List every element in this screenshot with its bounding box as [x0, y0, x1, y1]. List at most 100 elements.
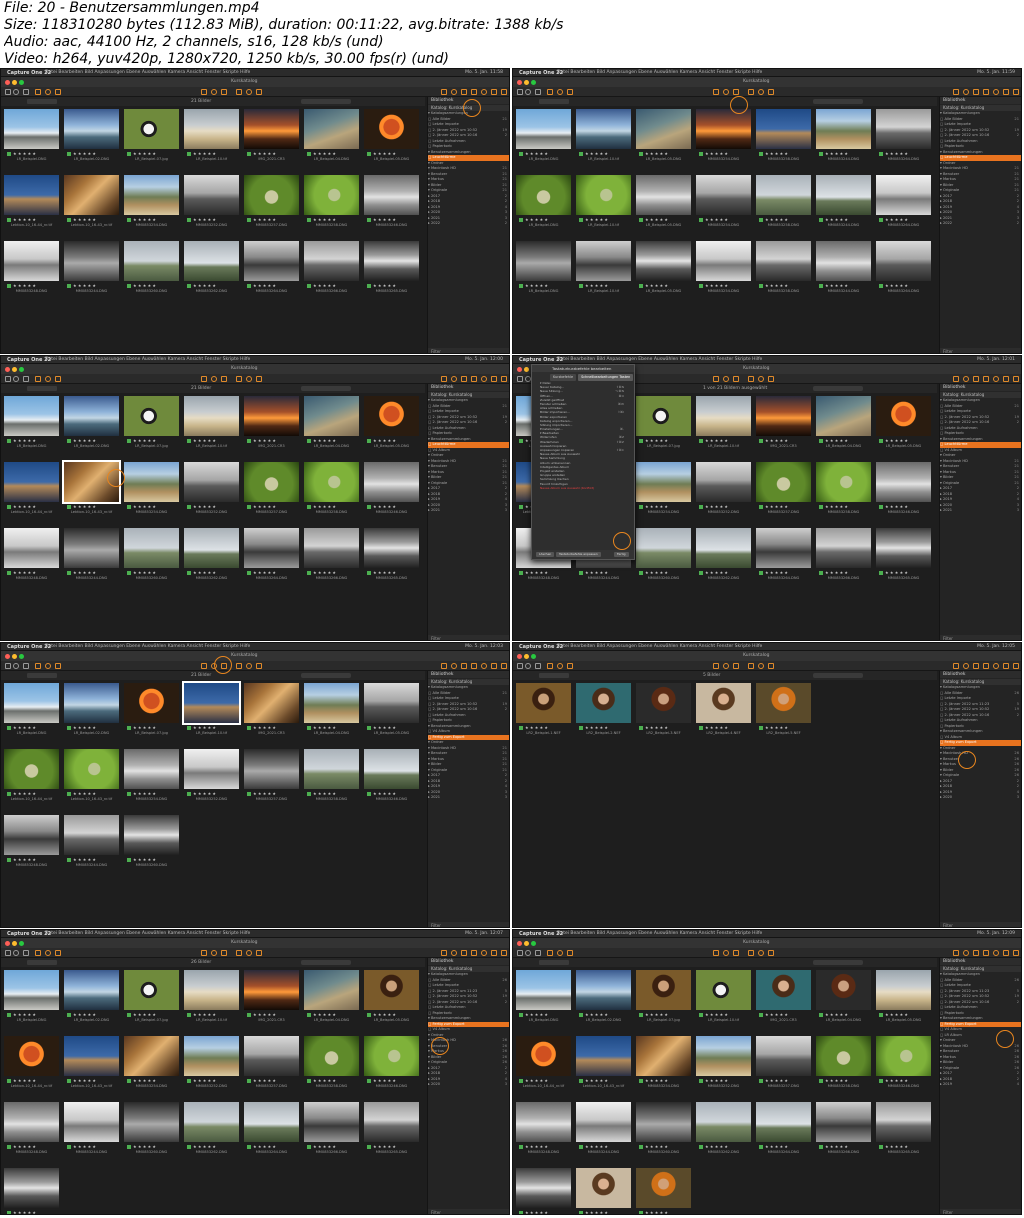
menu-items[interactable]: Datei Bearbeiten Bild Anpassungen Ebene …: [557, 356, 762, 364]
rotate-icon[interactable]: [55, 376, 61, 382]
thumbnail-image[interactable]: [696, 1102, 751, 1142]
thumbnail[interactable]: ★ ★ ★ ★ ★ MM0853257.DNG: [243, 173, 300, 234]
thumbnail-image[interactable]: [124, 109, 179, 149]
color-tag-icon[interactable]: [819, 1013, 823, 1017]
star-rating[interactable]: ★ ★ ★ ★ ★: [705, 1144, 728, 1149]
thumbnail-image[interactable]: [124, 462, 179, 502]
star-rating[interactable]: ★ ★ ★ ★ ★: [13, 151, 36, 156]
search-input[interactable]: [813, 99, 863, 104]
thumbnail[interactable]: ★ ★ ★ ★ ★Lektion-10_16-44_nr.tif: [3, 460, 60, 521]
pick-icon[interactable]: [713, 663, 719, 669]
cursor-icon[interactable]: [547, 663, 553, 669]
rotate-icon[interactable]: [55, 89, 61, 95]
thumbnail-image[interactable]: [64, 1102, 119, 1142]
thumbnail[interactable]: ★ ★ ★ ★ ★ MM0853252.DNG: [183, 1034, 240, 1095]
color-tag-icon[interactable]: [367, 1079, 371, 1083]
thumbnail[interactable]: ★ ★ ★ ★ ★ MM0853264.DNG: [243, 1100, 300, 1161]
thumbnail-image[interactable]: [304, 749, 359, 789]
color-tag-icon[interactable]: [759, 439, 763, 443]
color-tag-icon[interactable]: [519, 284, 523, 288]
view-icon[interactable]: [983, 950, 989, 956]
star-rating[interactable]: ★ ★ ★ ★ ★: [825, 570, 848, 575]
thumbnail[interactable]: ★ ★ ★ ★ ★LR_Beispiel.DNG: [515, 107, 572, 168]
thumbnail[interactable]: ★ ★ ★ ★ ★ MM0853248.DNG: [515, 1100, 572, 1161]
undo-icon[interactable]: [23, 950, 29, 956]
thumbnail-image[interactable]: [516, 683, 571, 723]
cursor-icon[interactable]: [547, 950, 553, 956]
star-rating[interactable]: ★ ★ ★ ★ ★: [585, 1078, 608, 1083]
capture-icon[interactable]: [525, 950, 531, 956]
minimize-window-button[interactable]: [12, 941, 17, 946]
thumbnail-image[interactable]: [64, 970, 119, 1010]
color-tag-icon[interactable]: [819, 152, 823, 156]
star-rating[interactable]: ★ ★ ★ ★ ★: [313, 1144, 336, 1149]
star-rating[interactable]: ★ ★ ★ ★ ★: [885, 1144, 908, 1149]
panel-title[interactable]: Bibliothek: [428, 384, 509, 391]
thumbnail-image[interactable]: [124, 528, 179, 568]
color-tag-icon[interactable]: [307, 1145, 311, 1149]
panel-title[interactable]: Bibliothek: [940, 958, 1021, 965]
thumbnail-image[interactable]: [64, 109, 119, 149]
star-rating[interactable]: ★ ★ ★ ★ ★: [73, 438, 96, 443]
thumbnail[interactable]: ★ ★ ★ ★ ★ MM0853258.DNG: [755, 239, 812, 300]
color-tag-icon[interactable]: [879, 505, 883, 509]
thumbnail[interactable]: ★ ★ ★ ★ ★LR_Beispiel-02.DNG: [63, 107, 120, 168]
settings-icon[interactable]: [501, 663, 507, 669]
thumbnail-image[interactable]: [364, 175, 419, 215]
thumbnail-image[interactable]: [4, 528, 59, 568]
star-rating[interactable]: ★ ★ ★ ★ ★: [525, 725, 548, 730]
color-tag-icon[interactable]: [367, 792, 371, 796]
thumbnail[interactable]: ★ ★ ★ ★ ★LR_Beispiel.DNG: [3, 968, 60, 1029]
brush-icon[interactable]: [221, 376, 227, 382]
exposure-icon[interactable]: [768, 376, 774, 382]
thumbnail-image[interactable]: [696, 1036, 751, 1076]
thumbnail[interactable]: ★ ★ ★ ★ ★ LR2_Beispiel-5.NEF: [755, 681, 812, 742]
thumbnail-image[interactable]: [4, 749, 59, 789]
cursor-icon[interactable]: [35, 950, 41, 956]
color-tag-icon[interactable]: [519, 439, 523, 443]
thumbnail[interactable]: ★ ★ ★ ★ ★ MM0853266.DNG: [303, 239, 360, 300]
star-rating[interactable]: ★ ★ ★ ★ ★: [73, 791, 96, 796]
copy-icon[interactable]: [963, 663, 969, 669]
eyedropper-icon[interactable]: [211, 376, 217, 382]
color-tag-icon[interactable]: [307, 218, 311, 222]
color-tag-icon[interactable]: [699, 571, 703, 575]
reset-icon[interactable]: [441, 89, 447, 95]
thumbnail-image[interactable]: [304, 683, 359, 723]
color-tag-icon[interactable]: [579, 726, 583, 730]
thumbnail[interactable]: ★ ★ ★ ★ ★ IMG_2021.CR3: [243, 394, 300, 455]
star-rating[interactable]: ★ ★ ★ ★ ★: [13, 217, 36, 222]
thumbnail-image[interactable]: [816, 528, 871, 568]
star-rating[interactable]: ★ ★ ★ ★ ★: [13, 791, 36, 796]
grid-icon[interactable]: [748, 663, 754, 669]
color-tag-icon[interactable]: [879, 439, 883, 443]
thumbnail[interactable]: ★ ★ ★ ★ ★ LR_Beispiel-10.tif: [183, 107, 240, 168]
thumbnail-image[interactable]: [876, 528, 931, 568]
filter-bar[interactable]: Filter: [940, 635, 1021, 640]
thumbnail-image[interactable]: [696, 683, 751, 723]
color-tag-icon[interactable]: [67, 792, 71, 796]
thumbnail[interactable]: ★ ★ ★ ★ ★ MM0853260.DNG: [635, 1100, 692, 1161]
view-icon[interactable]: [983, 663, 989, 669]
thumbnail-image[interactable]: [364, 749, 419, 789]
thumbnail-image[interactable]: [184, 241, 239, 281]
star-rating[interactable]: ★ ★ ★ ★ ★: [73, 1012, 96, 1017]
reset-icon[interactable]: [953, 663, 959, 669]
thumbnail-image[interactable]: [184, 175, 239, 215]
star-rating[interactable]: ★ ★ ★ ★ ★: [133, 570, 156, 575]
star-rating[interactable]: ★ ★ ★ ★ ★: [825, 1012, 848, 1017]
color-tag-icon[interactable]: [519, 1013, 523, 1017]
star-rating[interactable]: ★ ★ ★ ★ ★: [253, 1012, 276, 1017]
view-icon[interactable]: [983, 376, 989, 382]
color-tag-icon[interactable]: [759, 1145, 763, 1149]
thumbnail-image[interactable]: [304, 109, 359, 149]
color-tag-icon[interactable]: [819, 284, 823, 288]
thumbnail[interactable]: ★ ★ ★ ★ ★Lektion-10_16-44_nr.tif: [3, 747, 60, 808]
thumbnail-image[interactable]: [304, 175, 359, 215]
rotate-icon[interactable]: [567, 663, 573, 669]
pick-icon[interactable]: [201, 376, 207, 382]
copy-icon[interactable]: [963, 89, 969, 95]
color-tag-icon[interactable]: [187, 1013, 191, 1017]
star-rating[interactable]: ★ ★ ★ ★ ★: [73, 570, 96, 575]
copy-icon[interactable]: [451, 950, 457, 956]
